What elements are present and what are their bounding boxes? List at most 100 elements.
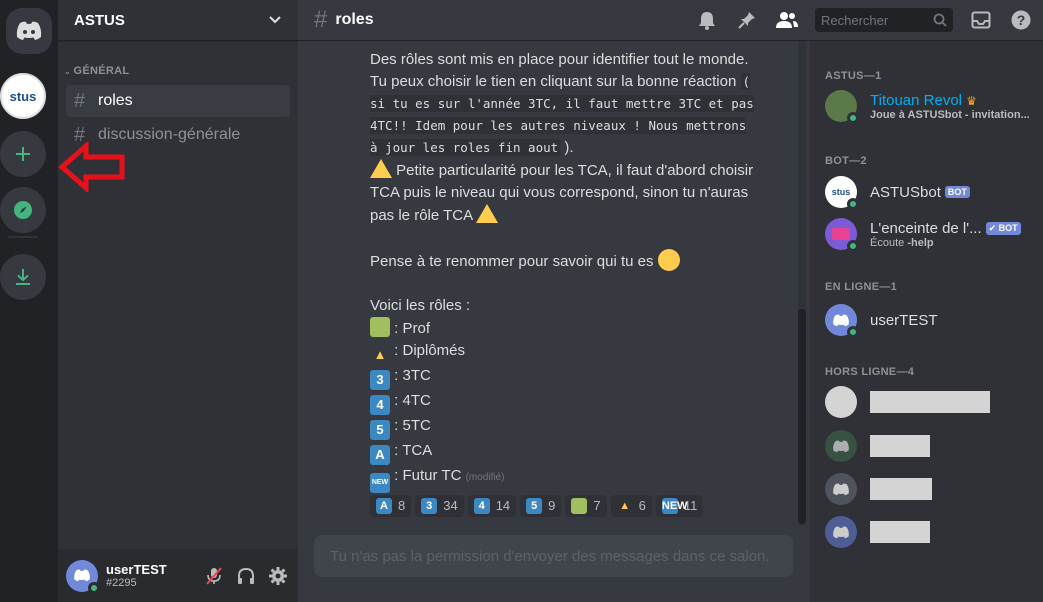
user-info[interactable]: userTEST #2295: [106, 562, 202, 589]
channel-category[interactable]: ⌄ GÉNÉRAL: [64, 65, 129, 77]
member-item-usertest[interactable]: userTEST: [825, 299, 1040, 341]
message-paragraph-1: Des rôles sont mis en place pour identif…: [370, 49, 760, 159]
discord-window: stus ASTUS ⌄ GÉNÉRAL # roles # discussio…: [0, 0, 1043, 602]
member-item-owner[interactable]: Titouan Revol ♛ Joue à ASTUSbot - invita…: [825, 85, 1040, 127]
reaction-count: 6: [638, 498, 646, 513]
notifications-button[interactable]: [695, 8, 719, 32]
member-item-offline[interactable]: [825, 381, 1040, 423]
pinned-messages-button[interactable]: [735, 8, 759, 32]
member-text: ASTUSbot BOT: [870, 184, 970, 201]
reaction-a[interactable]: A8: [370, 495, 412, 517]
download-icon: [16, 269, 30, 285]
avatar: stus: [825, 176, 859, 210]
role-label: : 4TC: [390, 392, 431, 409]
member-item-offline[interactable]: [825, 425, 1040, 467]
help-icon: ?: [1011, 10, 1031, 30]
mute-button[interactable]: [202, 564, 226, 588]
message-text: ).: [560, 139, 574, 156]
role-line-futur-tc: NEW : Futur TC (modifié): [370, 465, 760, 493]
edited-marker: (modifié): [465, 472, 505, 483]
help-button[interactable]: ?: [1009, 8, 1033, 32]
reaction-new[interactable]: NEW 11: [655, 495, 704, 517]
role-label: : 3TC: [390, 367, 431, 384]
new-badge-icon: NEW: [370, 473, 390, 493]
discord-avatar-icon: [833, 314, 849, 326]
channel-item-roles[interactable]: # roles: [66, 85, 290, 117]
member-name: userTEST: [870, 311, 938, 329]
member-list-toggle[interactable]: [775, 8, 799, 32]
member-name: Titouan Revol ♛: [870, 92, 1030, 109]
download-apps-button[interactable]: [0, 254, 46, 300]
member-item-offline[interactable]: [825, 511, 1040, 553]
role-line-prof: : Prof: [370, 317, 760, 340]
member-item-offline[interactable]: [825, 468, 1040, 510]
member-text: [870, 478, 932, 500]
server-header[interactable]: ASTUS: [58, 0, 298, 41]
reaction-3[interactable]: 3 34: [415, 495, 464, 517]
member-category-online: EN LIGNE—1: [825, 281, 898, 293]
reaction-count: 7: [593, 498, 601, 513]
pin-icon: [738, 12, 755, 29]
members-icon: [776, 12, 798, 28]
online-status-dot: [847, 240, 859, 252]
teacher-emoji-icon: [370, 317, 390, 337]
microphone-muted-icon: [206, 566, 222, 585]
member-status: Écoute -help: [870, 237, 1021, 249]
redacted-name: [870, 521, 930, 543]
avatar: [825, 516, 857, 548]
scrollbar-thumb[interactable]: [798, 309, 806, 524]
message-paragraph-3: Pense à te renommer pour savoir qui tu e…: [370, 249, 760, 273]
reaction-5[interactable]: 59: [520, 495, 562, 517]
message-text: Des rôles sont mis en place pour identif…: [370, 51, 749, 90]
reaction-count: 9: [548, 498, 556, 513]
teacher-emoji-icon: [571, 498, 588, 514]
message-text: Petite particularité pour les TCA, il fa…: [370, 162, 754, 224]
header-toolbar: Rechercher ?: [695, 8, 1033, 32]
role-line-5tc: 5 : 5TC: [370, 415, 760, 440]
reaction-grad[interactable]: ▲ 6: [610, 495, 652, 517]
hash-icon: #: [74, 89, 86, 112]
discord-avatar-icon: [74, 569, 90, 582]
add-server-button[interactable]: [0, 131, 46, 177]
message-paragraph-2: Petite particularité pour les TCA, il fa…: [370, 159, 760, 227]
bot-avatar-text: stus: [831, 187, 851, 197]
member-category-astus: ASTUS—1: [825, 70, 882, 82]
member-item-astusbot[interactable]: stus ASTUSbot BOT: [825, 171, 1040, 213]
channel-sidebar: ASTUS ⌄ GÉNÉRAL # roles # discussion-gén…: [58, 0, 298, 602]
hash-icon: #: [314, 6, 328, 33]
member-list: ASTUS—1 Titouan Revol ♛ Joue à ASTUSbot …: [810, 41, 1043, 602]
graduation-cap-icon: ▲: [370, 345, 390, 365]
deafen-button[interactable]: [234, 564, 258, 588]
redacted-name: [870, 391, 990, 413]
headphones-icon: [238, 567, 254, 584]
keycap-3-icon: 3: [370, 370, 390, 390]
role-label: : Diplômés: [390, 342, 466, 359]
channel-title: roles: [335, 11, 374, 28]
search-input[interactable]: Rechercher: [815, 8, 953, 32]
reaction-4[interactable]: 4 14: [467, 495, 517, 517]
chevron-down-small-icon: ⌄: [64, 67, 74, 76]
server-rail: stus: [0, 0, 58, 602]
reaction-count: 34: [443, 498, 458, 513]
channel-label: roles: [98, 92, 133, 109]
explore-servers-button[interactable]: [0, 187, 46, 233]
member-item-enceinte[interactable]: L'enceinte de l'... ✔ BOT Écoute -help: [825, 213, 1040, 255]
search-placeholder: Rechercher: [821, 12, 889, 28]
message-input[interactable]: Tu n'as pas la permission d'envoyer des …: [314, 535, 793, 577]
home-button[interactable]: [6, 8, 52, 54]
server-avatar-text: stus: [9, 88, 37, 104]
inbox-button[interactable]: [969, 8, 993, 32]
avatar: [825, 304, 859, 338]
member-text: userTEST: [870, 312, 938, 329]
avatar[interactable]: [66, 559, 100, 594]
compass-icon: [14, 201, 32, 219]
server-icon-astus[interactable]: stus: [0, 73, 46, 119]
member-name-text: L'enceinte de l'...: [870, 219, 982, 237]
crown-icon: ♛: [966, 93, 977, 108]
role-label: : TCA: [390, 442, 433, 459]
settings-button[interactable]: [266, 564, 290, 588]
role-line-4tc: 4 : 4TC: [370, 390, 760, 415]
chat-area: Des rôles sont mis en place pour identif…: [298, 41, 810, 602]
reaction-prof[interactable]: 7: [565, 495, 607, 517]
status-text: Écoute: [870, 236, 908, 249]
